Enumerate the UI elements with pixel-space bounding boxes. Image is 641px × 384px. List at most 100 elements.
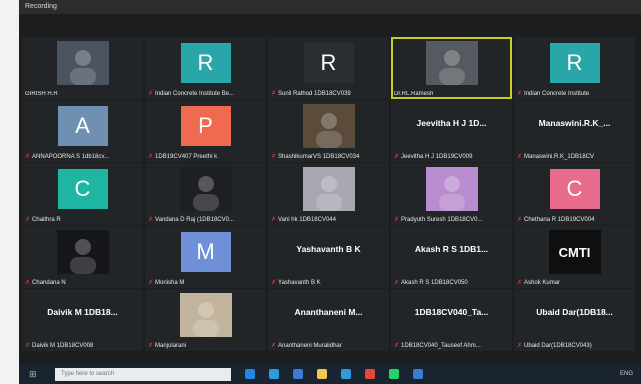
taskbar-icons [231, 369, 423, 379]
muted-mic-icon: ✗ [148, 154, 154, 160]
participant-name: Indian Concrete Institute [524, 90, 590, 97]
muted-mic-icon: ✗ [25, 280, 31, 286]
participant-video [56, 230, 109, 274]
participant-label: ✗ Vani hk 1DB18CV044 [271, 216, 387, 224]
zoom-icon[interactable] [413, 369, 423, 379]
zoom-window: Recording GIRISH H.R R ✗ Indian Concrete In… [19, 0, 641, 384]
start-icon[interactable]: ⊞ [29, 369, 43, 379]
participant-tile[interactable]: Akash R S 1DB1... ✗ Akash R S 1DB18CV050 [391, 226, 512, 288]
participant-label: ✗ Ubaid Dar(1DB18CV043) [517, 342, 633, 350]
participant-tile[interactable]: A ✗ ANNAPOORNA S 1db18cv... [22, 100, 143, 162]
participant-name: Jeevitha H J 1DB19CV009 [401, 153, 473, 160]
participant-label: ✗ Daivik M 1DB18CV008 [25, 342, 141, 350]
participant-tile[interactable]: C ✗ Chaithra R [22, 163, 143, 225]
store-icon[interactable] [341, 369, 351, 379]
participant-tile[interactable]: M ✗ Monisha M [145, 226, 266, 288]
participant-label: ✗ ShashikumarVS 1DB18CV034 [271, 153, 387, 161]
participant-name: Manaswini.R.K_1DB18CV [524, 153, 595, 160]
participant-name: Vandana D Raj (1DB18CV0... [155, 216, 234, 223]
muted-mic-icon: ✗ [148, 343, 154, 349]
participant-label: ✗ Indian Concrete Institute Be... [148, 90, 264, 98]
participant-name: GIRISH H.R [25, 91, 58, 97]
muted-mic-icon: ✗ [25, 343, 31, 349]
participant-tile[interactable]: GIRISH H.R [22, 37, 143, 99]
participant-avatar: P [180, 106, 231, 146]
participant-label: ✗ Jeevitha H J 1DB19CV009 [394, 153, 510, 161]
participant-tile[interactable]: ✗ Vani hk 1DB18CV044 [268, 163, 389, 225]
muted-mic-icon: ✗ [271, 343, 277, 349]
chrome-icon[interactable] [365, 369, 375, 379]
participant-avatar: R [180, 43, 231, 83]
participant-label: ✗ Akash R S 1DB18CV050 [394, 279, 510, 287]
participant-tile[interactable]: ✗ Chandana N [22, 226, 143, 288]
participant-name-display: Manaswini.R.K_... [538, 118, 611, 128]
participant-tile[interactable]: ✗ Vandana D Raj (1DB18CV0... [145, 163, 266, 225]
search-icon[interactable] [245, 369, 255, 379]
participant-video [425, 41, 478, 85]
muted-mic-icon: ✗ [271, 280, 277, 286]
muted-mic-icon: ✗ [271, 154, 277, 160]
participant-tile[interactable]: ✗ ShashikumarVS 1DB18CV034 [268, 100, 389, 162]
participant-label: ✗ Monisha M [148, 279, 264, 287]
muted-mic-icon: ✗ [517, 280, 523, 286]
search-input[interactable]: Type here to search [55, 367, 231, 381]
participant-tile[interactable]: Manaswini.R.K_... ✗ Manaswini.R.K_1DB18CV [514, 100, 635, 162]
participant-name: ANNAPOORNA S 1db18cv... [32, 153, 109, 160]
whatsapp-icon[interactable] [389, 369, 399, 379]
explorer-icon[interactable] [317, 369, 327, 379]
participant-name: Vani hk 1DB18CV044 [278, 216, 336, 223]
participant-name: Chaithra R [32, 216, 61, 223]
participant-name-display: Yashavanth B K [296, 244, 361, 254]
participant-label: ✗ Ananthaneni Muralidhar [271, 342, 387, 350]
participant-tile[interactable]: CMTI ✗ Ashok Kumar [514, 226, 635, 288]
participant-tile[interactable]: R ✗ Sunil Rathod 1DB18CV039 [268, 37, 389, 99]
muted-mic-icon: ✗ [394, 217, 400, 223]
participant-tile[interactable]: Yashavanth B K ✗ Yashavanth B K [268, 226, 389, 288]
edge-icon[interactable] [293, 369, 303, 379]
participant-name-display: 1DB18CV040_Ta... [414, 307, 489, 317]
participant-tile[interactable]: Ubaid Dar(1DB18... ✗ Ubaid Dar(1DB18CV043) [514, 289, 635, 351]
participant-video [179, 167, 232, 211]
participant-tile[interactable]: Jeevitha H J 1D... ✗ Jeevitha H J 1DB19CV0… [391, 100, 512, 162]
participant-label: ✗ Yashavanth B K [271, 279, 387, 287]
muted-mic-icon: ✗ [25, 154, 31, 160]
participant-label: ✗ Ashok Kumar [517, 279, 633, 287]
participant-label: ✗ Vandana D Raj (1DB18CV0... [148, 216, 264, 224]
participant-name: Manjularani [155, 342, 187, 349]
participant-label: ✗ 1DB18CV040_Tauseef Ahm... [394, 342, 510, 350]
muted-mic-icon: ✗ [148, 91, 154, 97]
participant-tile[interactable]: Dr.RL.Ramesh [391, 37, 512, 99]
participant-tile[interactable]: P ✗ 1DB19CV407 Preethi k [145, 100, 266, 162]
muted-mic-icon: ✗ [517, 217, 523, 223]
participant-video [425, 167, 478, 211]
participant-tile[interactable]: 1DB18CV040_Ta... ✗ 1DB18CV040_Tauseef Ahm.… [391, 289, 512, 351]
participant-name: Akash R S 1DB18CV050 [401, 279, 468, 286]
participant-name: Chethana R 1DB19CV004 [524, 216, 595, 223]
participant-label: ✗ Manjularani [148, 342, 264, 350]
participant-tile[interactable]: Daivik M 1DB18... ✗ Daivik M 1DB18CV008 [22, 289, 143, 351]
participant-tile[interactable]: R ✗ Indian Concrete Institute Be... [145, 37, 266, 99]
participant-avatar: R [549, 43, 600, 83]
participant-tile[interactable]: ✗ Pradyuth Suresh 1DB18CV0... [391, 163, 512, 225]
windows-taskbar: ⊞ Type here to search ENG [19, 364, 641, 384]
participant-name: 1DB18CV040_Tauseef Ahm... [401, 342, 481, 349]
recording-bar: Recording [19, 0, 641, 14]
participant-label: Dr.RL.Ramesh [394, 91, 510, 97]
participant-tile[interactable]: ✗ Manjularani [145, 289, 266, 351]
participant-name-display: Akash R S 1DB1... [414, 244, 489, 254]
muted-mic-icon: ✗ [148, 280, 154, 286]
participant-label: ✗ Indian Concrete Institute [517, 90, 633, 98]
participant-label: ✗ Sunil Rathod 1DB18CV039 [271, 90, 387, 98]
participant-name: Yashavanth B K [278, 279, 321, 286]
task-view-icon[interactable] [269, 369, 279, 379]
participant-tile[interactable]: Ananthaneni M... ✗ Ananthaneni Muralidhar [268, 289, 389, 351]
participant-label: GIRISH H.R [25, 91, 141, 97]
participant-grid: GIRISH H.R R ✗ Indian Concrete Institute Be… [22, 37, 639, 352]
participant-tile[interactable]: R ✗ Indian Concrete Institute [514, 37, 635, 99]
participant-name: Ashok Kumar [524, 279, 561, 286]
muted-mic-icon: ✗ [148, 217, 154, 223]
participant-name: Indian Concrete Institute Be... [155, 90, 235, 97]
participant-tile[interactable]: C ✗ Chethana R 1DB19CV004 [514, 163, 635, 225]
tray-language: ENG [619, 371, 633, 377]
participant-name: ShashikumarVS 1DB18CV034 [278, 153, 360, 160]
